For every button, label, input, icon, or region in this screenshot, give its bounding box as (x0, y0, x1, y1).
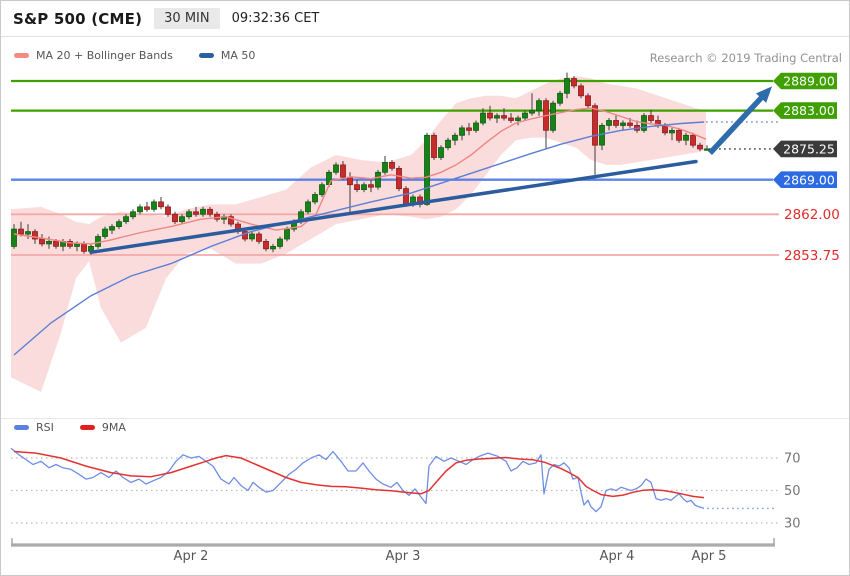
symbol-title: S&P 500 (CME) (13, 9, 143, 28)
main-chart-canvas: 2889.00 2883.00 2875.25 2869.00 2862.00 2853.… (10, 72, 840, 564)
x-axis-label-apr-3: Apr 3 (386, 549, 421, 564)
x-axis-label-apr-5: Apr 5 (692, 549, 727, 564)
price-badge-text-2875.25: 2875.25 (783, 142, 835, 157)
rsi-tick-30: 30 (784, 517, 801, 532)
research-credit: Research © 2019 Trading Central (649, 51, 842, 65)
price-badge-text-2883.00: 2883.00 (783, 103, 835, 118)
rsi-tick-70: 70 (784, 452, 801, 467)
legend-rsi: RSI 9MA (14, 421, 152, 434)
price-badge-text-2889.00: 2889.00 (783, 74, 835, 89)
legend-item-ma50: MA 50 (198, 49, 256, 62)
x-axis-label-apr-4: Apr 4 (600, 549, 635, 564)
x-axis: Apr 2 Apr 3 Apr 4 Apr 5 (11, 538, 775, 564)
legend-item-ma20-bollinger: MA 20 + Bollinger Bands (14, 49, 173, 62)
price-text-2853.75: 2853.75 (784, 248, 840, 264)
x-axis-label-apr-2: Apr 2 (174, 549, 209, 564)
rsi-swatch-icon (14, 425, 29, 430)
legend-item-rsi: RSI (14, 421, 54, 434)
trading-central-chart-page: 2889.00 2883.00 2875.25 2869.00 2862.00 2853.… (0, 0, 850, 576)
price-badge-text-2869.00: 2869.00 (783, 172, 835, 187)
header: S&P 500 (CME) 30 MIN 09:32:36 CET (1, 1, 849, 37)
rsi-tick-50: 50 (784, 484, 801, 499)
ma20-bollinger-label: MA 20 + Bollinger Bands (36, 49, 173, 62)
legend-item-9ma: 9MA (79, 421, 126, 434)
price-labels: 2889.00 2883.00 2875.25 2869.00 2862.00 2853.… (773, 72, 840, 264)
ma50-label: MA 50 (220, 49, 256, 62)
nine-ma-label: 9MA (101, 421, 126, 434)
ma50-swatch-icon (198, 53, 214, 58)
timeframe-badge: 30 MIN (154, 8, 220, 29)
ma20-bollinger-swatch-icon (14, 53, 29, 58)
rsi-panel: 70 50 30 (10, 447, 801, 532)
clock-time: 09:32:36 CET (231, 11, 320, 26)
nine-ma-swatch-icon (79, 425, 95, 430)
rsi-label: RSI (36, 421, 54, 434)
panel-separator (1, 418, 849, 419)
forecast-arrow (707, 86, 772, 155)
legend-main: MA 20 + Bollinger Bands MA 50 (14, 49, 281, 62)
price-text-2862.00: 2862.00 (784, 207, 840, 223)
